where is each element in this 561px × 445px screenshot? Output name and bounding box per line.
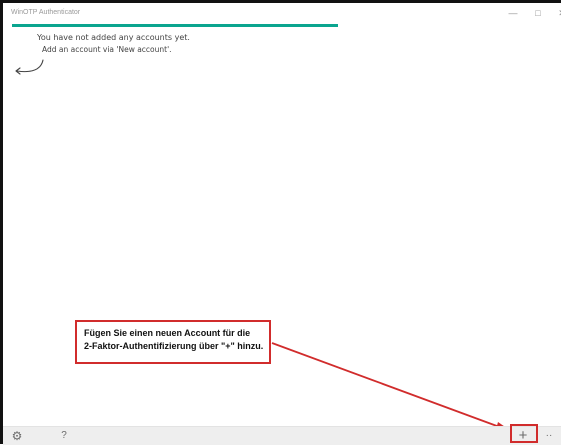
more-options-button[interactable]: ·· (541, 428, 557, 444)
maximize-button[interactable]: □ (527, 5, 549, 22)
progress-bar (12, 24, 338, 27)
annotation-callout: Fügen Sie einen neuen Account für die 2-… (75, 320, 271, 364)
close-button[interactable]: ✕ (551, 5, 561, 22)
app-window (0, 0, 561, 444)
empty-state-text: You have not added any accounts yet. (37, 33, 190, 42)
callout-line-1: Fügen Sie einen neuen Account für die (84, 328, 251, 338)
empty-state-hint: Add an account via 'New account'. (42, 45, 172, 54)
bottom-app-bar (3, 426, 561, 445)
hint-arrow-icon (15, 59, 44, 75)
callout-line-2: 2-Faktor-Authentifizierung über "+" hinz… (84, 341, 264, 351)
add-button-highlight (510, 424, 538, 443)
window-title: WinOTP Authenticator (11, 9, 81, 16)
settings-gear-icon[interactable]: ⚙ (8, 428, 26, 444)
title-bar: WinOTP Authenticator — □ ✕ (3, 3, 561, 24)
help-button[interactable]: ? (56, 428, 72, 444)
minimize-button[interactable]: — (502, 5, 524, 22)
